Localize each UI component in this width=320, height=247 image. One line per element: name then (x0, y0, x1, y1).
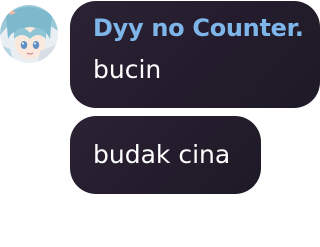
sender-avatar[interactable] (0, 5, 58, 63)
chat-thread: Dyy no Counter. bucin budak cina (0, 0, 320, 247)
sender-name[interactable]: Dyy no Counter. (93, 12, 320, 44)
message-bubble-first[interactable]: Dyy no Counter. bucin (70, 1, 320, 108)
message-text-second: budak cina (93, 140, 231, 169)
anime-avatar-icon (0, 5, 58, 63)
message-bubble-second[interactable]: budak cina (70, 116, 261, 194)
message-text-first: bucin (93, 55, 162, 84)
